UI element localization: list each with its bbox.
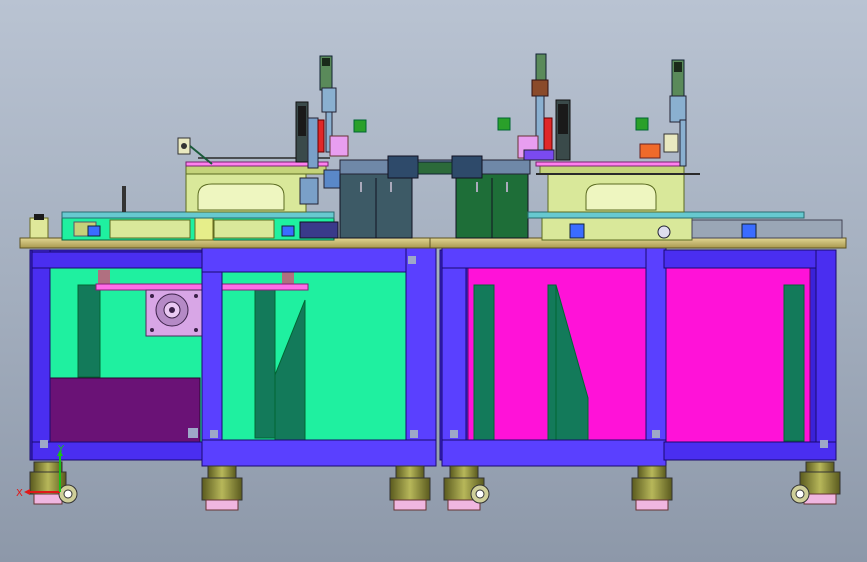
- caster-right-inner-a: [443, 465, 490, 511]
- caster-left-inner-a: [201, 465, 243, 511]
- center-cabinets: [339, 155, 531, 239]
- caster-left-inner-b: [389, 465, 431, 511]
- left-feeder-station: [29, 55, 367, 241]
- y-axis-label: Y: [57, 444, 65, 455]
- right-table-back: [439, 249, 837, 461]
- caster-right-inner-b: [631, 465, 673, 511]
- caster-right-outer: [790, 461, 841, 505]
- left-table-back: [29, 249, 431, 461]
- left-purple-box: [49, 377, 201, 443]
- x-axis-label: X: [16, 488, 23, 499]
- right-feeder-station: [497, 53, 843, 241]
- caster-wheels: [29, 461, 841, 511]
- left-linear-rail: [61, 211, 335, 219]
- motor-mount-plate: [145, 289, 203, 337]
- machine-assembly-drawing[interactable]: X Y: [0, 0, 867, 562]
- right-linear-rail: [527, 211, 805, 219]
- caster-left-outer: [29, 461, 78, 505]
- cad-viewport[interactable]: X Y: [0, 0, 867, 562]
